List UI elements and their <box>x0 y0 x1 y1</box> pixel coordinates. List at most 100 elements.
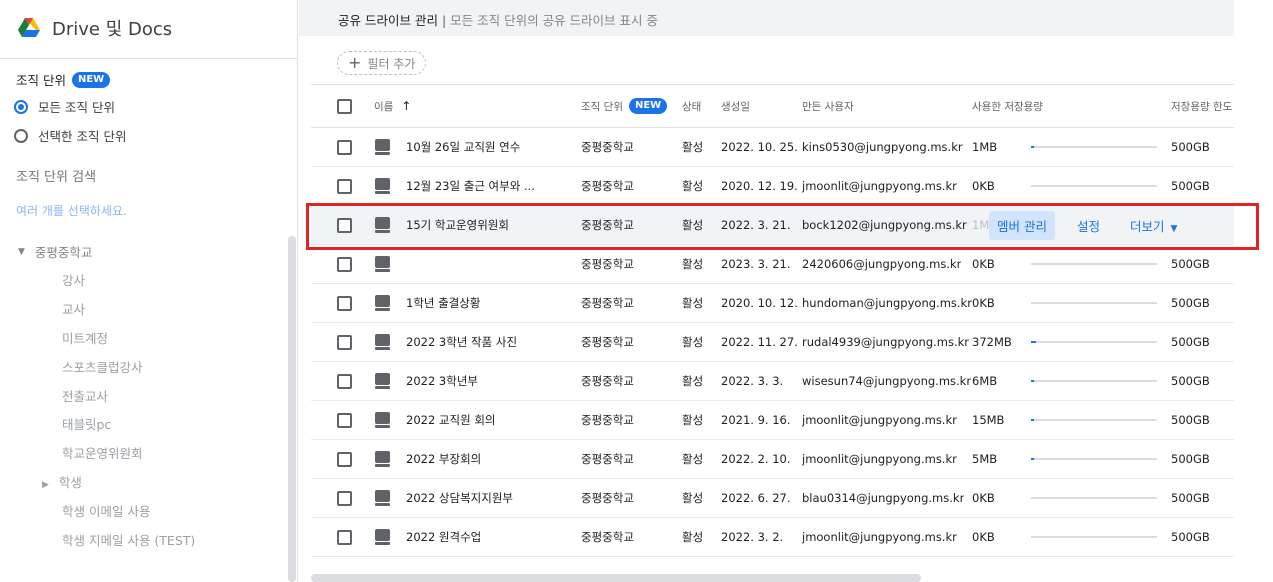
row-checkbox[interactable] <box>337 490 352 506</box>
table-row[interactable]: 15기 학교운영위원회 중평중학교 활성 2022. 3. 21. bock1202@j… <box>311 206 1234 245</box>
drive-name[interactable]: 2022 3학년부 <box>406 362 578 400</box>
select-all-checkbox-cell[interactable] <box>337 85 352 127</box>
table-row[interactable]: 12월 23일 출근 여부와 ... 중평중학교 활성 2020. 12. 19. jm… <box>311 167 1234 206</box>
row-checkbox-cell[interactable] <box>337 401 352 439</box>
row-checkbox-cell[interactable] <box>337 245 352 283</box>
drive-name[interactable]: 2022 상담복지지원부 <box>406 479 578 517</box>
shared-drive-icon <box>375 178 390 194</box>
drive-creator: rudal4939@jungpyong.ms.kr <box>802 335 970 349</box>
drive-creator: blau0314@jungpyong.ms.kr <box>802 491 965 505</box>
horizontal-scrollbar[interactable] <box>311 574 921 582</box>
sidebar-tree-item[interactable]: 학교운영위원회 <box>62 443 143 462</box>
drive-icon-cell <box>375 518 390 556</box>
sidebar-tree-item[interactable]: 학생 지메일 사용 (TEST) <box>62 530 195 549</box>
page-subtitle: 모든 조직 단위의 공유 드라이브 표시 중 <box>450 13 658 28</box>
sidebar-tree-item[interactable]: 교사 <box>62 299 85 318</box>
drive-name[interactable]: 10월 26일 교직원 연수 <box>406 128 578 166</box>
column-org-unit-label: 조직 단위 <box>581 100 623 113</box>
row-checkbox[interactable] <box>337 178 352 194</box>
radio-selected-org-units[interactable]: 선택한 조직 단위 <box>14 126 126 145</box>
row-checkbox[interactable] <box>337 334 352 350</box>
shared-drive-icon <box>375 373 390 389</box>
sidebar-tree-item[interactable]: 스포츠클럽강사 <box>62 357 143 376</box>
caret-right-icon[interactable]: ▶ <box>42 480 49 490</box>
drive-logo-icon <box>18 18 40 37</box>
caret-down-icon[interactable]: ▼ <box>18 247 25 257</box>
column-creator[interactable]: 만든 사용자 <box>802 85 854 127</box>
column-org-unit[interactable]: 조직 단위 NEW <box>581 85 668 127</box>
drive-name[interactable]: 2022 3학년 작품 사진 <box>406 323 578 361</box>
drive-storage-used: 1MB <box>972 140 998 154</box>
drive-created: 2020. 10. 12. <box>721 296 798 310</box>
drive-storage-limit: 500GB <box>1171 140 1210 154</box>
sort-ascending-icon[interactable]: ↑ <box>401 99 411 113</box>
table-row[interactable]: 2022 상담복지지원부 중평중학교 활성 2022. 6. 27. blau0314@… <box>311 479 1234 518</box>
table-row[interactable]: 중평중학교 활성 2023. 3. 21. 2420606@jungpyong.ms.… <box>311 245 1234 284</box>
row-checkbox[interactable] <box>337 373 352 389</box>
sidebar-tree-item[interactable]: ▶ 학생 <box>42 472 82 491</box>
tree-item-label: 미트계정 <box>62 331 109 346</box>
manage-members-button[interactable]: 멤버 관리 <box>989 210 1055 240</box>
table-row[interactable]: 2022 원격수업 중평중학교 활성 2022. 3. 2. jmoonlit@jung… <box>311 518 1234 557</box>
table-row[interactable]: 10월 26일 교직원 연수 중평중학교 활성 2022. 10. 25. kins05… <box>311 128 1234 167</box>
radio-all-org-units[interactable]: 모든 조직 단위 <box>14 97 115 116</box>
sidebar-tree-item[interactable]: 미트계정 <box>62 328 108 347</box>
drive-icon-cell <box>375 362 390 400</box>
drive-name[interactable]: 2022 교직원 회의 <box>406 401 578 439</box>
drive-name[interactable] <box>406 245 578 283</box>
more-button[interactable]: 더보기 ▼ <box>1122 211 1185 240</box>
row-checkbox[interactable] <box>337 295 352 311</box>
table-row[interactable]: 2022 부장회의 중평중학교 활성 2022. 2. 10. jmoonlit@jun… <box>311 440 1234 479</box>
select-all-checkbox[interactable] <box>337 98 352 114</box>
column-name[interactable]: 이름 ↑ <box>374 85 411 127</box>
row-checkbox[interactable] <box>337 529 352 545</box>
row-checkbox-cell[interactable] <box>337 518 352 556</box>
add-filter-button[interactable]: + 필터 추가 <box>337 51 427 75</box>
sidebar-tree-item[interactable]: 태블릿pc <box>62 414 111 433</box>
row-checkbox-cell[interactable] <box>337 479 352 517</box>
row-checkbox-cell[interactable] <box>337 206 352 244</box>
row-checkbox-cell[interactable] <box>337 128 352 166</box>
column-storage-limit[interactable]: 저장용량 한도 <box>1171 85 1232 127</box>
drive-name[interactable]: 2022 원격수업 <box>406 518 578 556</box>
row-checkbox[interactable] <box>337 139 352 155</box>
table-row[interactable]: 1학년 출결상황 중평중학교 활성 2020. 10. 12. hundoman@jun… <box>311 284 1234 323</box>
row-checkbox[interactable] <box>337 412 352 428</box>
row-checkbox[interactable] <box>337 256 352 272</box>
table-row[interactable]: 2022 교직원 회의 중평중학교 활성 2021. 9. 16. jmoonlit@j… <box>311 401 1234 440</box>
radio-unselected-icon[interactable] <box>14 128 28 143</box>
row-checkbox-cell[interactable] <box>337 362 352 400</box>
storage-usage-fill <box>1031 419 1034 421</box>
drive-name[interactable]: 2022 부장회의 <box>406 440 578 478</box>
settings-button[interactable]: 설정 <box>1069 211 1108 240</box>
radio-selected-icon[interactable] <box>14 99 28 114</box>
org-unit-search-input[interactable] <box>16 170 286 185</box>
row-checkbox-cell[interactable] <box>337 167 352 205</box>
row-checkbox-cell[interactable] <box>337 323 352 361</box>
row-checkbox[interactable] <box>337 217 352 233</box>
row-checkbox[interactable] <box>337 451 352 467</box>
drive-storage-used: 1M <box>972 218 990 232</box>
drive-name[interactable]: 12월 23일 출근 여부와 ... <box>406 167 578 205</box>
column-storage-used[interactable]: 사용한 저장용량 <box>972 85 1043 127</box>
row-checkbox-cell[interactable] <box>337 284 352 322</box>
table-row[interactable]: 2022 3학년부 중평중학교 활성 2022. 3. 3. wisesun74@jun… <box>311 362 1234 401</box>
drive-org-unit: 중평중학교 <box>581 257 634 271</box>
tree-root-item[interactable]: ▼ 중평중학교 <box>18 242 92 261</box>
tree-item-label: 태블릿pc <box>62 417 112 432</box>
column-status[interactable]: 상태 <box>682 85 701 127</box>
table-row[interactable]: 2022 3학년 작품 사진 중평중학교 활성 2022. 11. 27. rudal4… <box>311 323 1234 362</box>
drive-name[interactable]: 1학년 출결상황 <box>406 284 578 322</box>
page-title-text: 공유 드라이브 관리 <box>338 13 438 28</box>
drive-name[interactable]: 15기 학교운영위원회 <box>406 206 578 244</box>
drive-storage-used: 15MB <box>972 413 1005 427</box>
sidebar-tree-item[interactable]: 전출교사 <box>62 386 108 405</box>
sidebar-scrollbar[interactable] <box>288 236 296 582</box>
row-checkbox-cell[interactable] <box>337 440 352 478</box>
drive-storage-limit: 500GB <box>1171 257 1210 271</box>
storage-usage-bar-cell <box>1031 245 1157 283</box>
sidebar-tree-item[interactable]: 학생 이메일 사용 <box>62 501 150 520</box>
sidebar-tree-item[interactable]: 강사 <box>62 270 85 289</box>
drive-storage-limit: 500GB <box>1171 530 1210 544</box>
column-created[interactable]: 생성일 <box>721 85 750 127</box>
